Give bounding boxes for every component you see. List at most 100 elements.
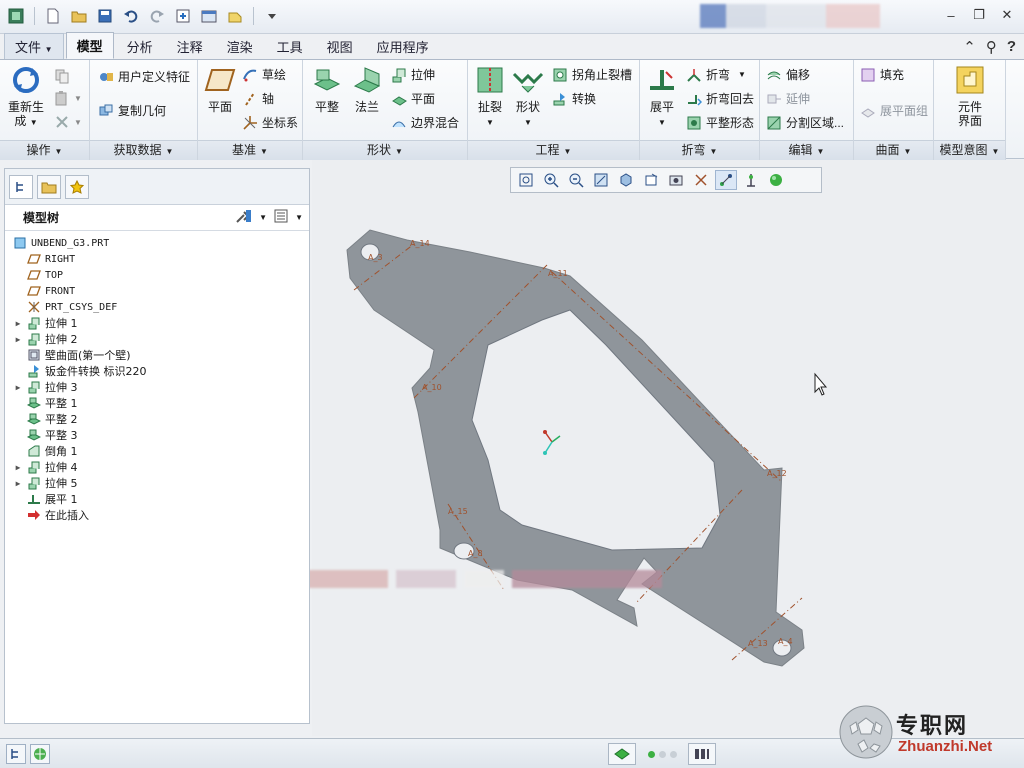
save-icon[interactable] xyxy=(95,6,115,26)
customize-icon[interactable] xyxy=(262,6,282,26)
planar-button[interactable]: 平整 xyxy=(309,64,345,114)
tree-item[interactable]: 平整 3 xyxy=(5,427,309,443)
tab-applications[interactable]: 应用程序 xyxy=(366,33,440,59)
group-editing-label[interactable]: 编辑 ▼ xyxy=(760,140,853,160)
tree-settings-icon[interactable] xyxy=(235,208,253,227)
bend-back-button[interactable]: 折弯回去 xyxy=(686,90,754,107)
browser-toggle-icon[interactable] xyxy=(30,744,50,764)
close-window-icon[interactable] xyxy=(225,6,245,26)
rip-button[interactable]: 扯裂 ▼ xyxy=(472,64,508,130)
flat-pattern-view[interactable]: A_14 A_3 A_11 A_10 A_12 A_15 A_8 A_13 A_… xyxy=(312,160,1024,736)
paste-icon-button[interactable]: ▼ xyxy=(54,90,82,106)
tree-item[interactable]: UNBEND_G3.PRT xyxy=(5,235,309,251)
tree-item[interactable]: TOP xyxy=(5,267,309,283)
expand-arrow-icon[interactable]: ▶ xyxy=(13,479,23,488)
datum-display-icon[interactable] xyxy=(690,170,712,190)
delete-icon-button[interactable]: ▼ xyxy=(54,114,82,130)
expand-arrow-icon[interactable]: ▶ xyxy=(13,335,23,344)
copy-icon-button[interactable] xyxy=(54,68,70,84)
fill-button[interactable]: 填充 xyxy=(860,66,904,83)
extend-button[interactable]: 延伸 xyxy=(766,90,810,107)
tree-item[interactable]: ▶ 拉伸 3 xyxy=(5,379,309,395)
tab-view[interactable]: 视图 xyxy=(316,33,364,59)
datum-plane-button[interactable]: 平面 xyxy=(202,64,238,114)
convert-button[interactable]: 转换 xyxy=(552,90,596,107)
tab-tools[interactable]: 工具 xyxy=(266,33,314,59)
tab-file[interactable]: 文件 ▼ xyxy=(4,33,64,59)
tree-item[interactable]: 钣金件转换 标识220 xyxy=(5,363,309,379)
tree-item[interactable]: 平整 1 xyxy=(5,395,309,411)
search-icon[interactable]: ⚲ xyxy=(986,38,997,56)
redo-icon[interactable] xyxy=(147,6,167,26)
minimize-icon[interactable]: – xyxy=(942,6,960,24)
csys-button[interactable]: 坐标系 xyxy=(242,114,298,131)
graphics-window[interactable]: A_14 A_3 A_11 A_10 A_12 A_15 A_8 A_13 A_… xyxy=(296,160,1024,736)
collapse-ribbon-icon[interactable]: ⌃ xyxy=(963,38,976,56)
undo-icon[interactable] xyxy=(121,6,141,26)
tree-item[interactable]: ▶ 拉伸 4 xyxy=(5,459,309,475)
tree-item[interactable]: PRT_CSYS_DEF xyxy=(5,299,309,315)
group-datum-label[interactable]: 基准 ▼ xyxy=(198,140,302,160)
sketch-button[interactable]: 草绘 xyxy=(242,66,286,83)
group-model-intent-label[interactable]: 模型意图 ▼ xyxy=(934,140,1005,160)
tree-item[interactable]: 倒角 1 xyxy=(5,443,309,459)
tree-settings-dropdown-icon[interactable]: ▼ xyxy=(259,213,267,222)
group-engineering-label[interactable]: 工程 ▼ xyxy=(468,140,639,160)
spin-center-icon[interactable] xyxy=(715,170,737,190)
group-operations-label[interactable]: 操作 ▼ xyxy=(0,140,89,160)
help-icon[interactable]: ? xyxy=(1007,38,1016,56)
model-tree-tab-icon[interactable] xyxy=(9,174,33,199)
tree-item[interactable]: ▶ 拉伸 5 xyxy=(5,475,309,491)
appearance-icon[interactable] xyxy=(765,170,787,190)
favorites-tab-icon[interactable] xyxy=(65,174,89,199)
group-bends-label[interactable]: 折弯 ▼ xyxy=(640,140,759,160)
corner-relief-button[interactable]: 拐角止裂槽 xyxy=(552,66,632,83)
tree-item[interactable]: FRONT xyxy=(5,283,309,299)
flat-button[interactable]: 平面 xyxy=(391,90,435,107)
expand-arrow-icon[interactable]: ▶ xyxy=(13,319,23,328)
zoom-in-icon[interactable] xyxy=(540,170,562,190)
offset-button[interactable]: 偏移 xyxy=(766,66,810,83)
copy-geometry-button[interactable]: 复制几何 xyxy=(98,102,166,119)
flat-quilt-button[interactable]: 展平面组 xyxy=(860,102,928,119)
form-button[interactable]: 形状 ▼ xyxy=(510,64,546,130)
udf-button[interactable]: 用户定义特征 xyxy=(98,68,190,85)
tree-columns-icon[interactable] xyxy=(273,208,289,227)
split-area-button[interactable]: 分割区域... xyxy=(766,114,844,131)
display-style-icon[interactable] xyxy=(615,170,637,190)
flatten-form-button[interactable]: 平整形态 xyxy=(686,114,754,131)
tree-item[interactable]: 壁曲面(第一个壁) xyxy=(5,347,309,363)
component-interface-button[interactable]: 元件 界面 xyxy=(950,64,990,128)
close-icon[interactable]: ✕ xyxy=(998,6,1016,24)
tab-model[interactable]: 模型 xyxy=(65,32,114,59)
extrude-button[interactable]: 拉伸 xyxy=(391,66,435,83)
tree-columns-dropdown-icon[interactable]: ▼ xyxy=(295,213,303,222)
tree-item[interactable]: RIGHT xyxy=(5,251,309,267)
zoom-out-icon[interactable] xyxy=(565,170,587,190)
group-surfaces-label[interactable]: 曲面 ▼ xyxy=(854,140,933,160)
restore-icon[interactable]: ❐ xyxy=(970,6,988,24)
boundary-blend-button[interactable]: 边界混合 xyxy=(391,114,459,131)
navigator-toggle-icon[interactable] xyxy=(6,744,26,764)
annotation-display-icon[interactable] xyxy=(740,170,762,190)
group-shapes-label[interactable]: 形状 ▼ xyxy=(303,140,467,160)
tab-analysis[interactable]: 分析 xyxy=(116,33,164,59)
tab-annotate[interactable]: 注释 xyxy=(166,33,214,59)
tree-item[interactable]: ▶ 拉伸 2 xyxy=(5,331,309,347)
expand-arrow-icon[interactable]: ▶ xyxy=(13,463,23,472)
refit-icon[interactable] xyxy=(515,170,537,190)
tab-render[interactable]: 渲染 xyxy=(216,33,264,59)
flange-button[interactable]: 法兰 xyxy=(349,64,385,114)
tree-item[interactable]: 在此插入 xyxy=(5,507,309,523)
smart-filter-icon[interactable] xyxy=(608,743,636,765)
tree-item[interactable]: 平整 2 xyxy=(5,411,309,427)
app-icon[interactable] xyxy=(6,6,26,26)
bend-button[interactable]: 折弯 ▼ xyxy=(686,66,746,83)
tree-item[interactable]: ▶ 拉伸 1 xyxy=(5,315,309,331)
expand-arrow-icon[interactable]: ▶ xyxy=(13,383,23,392)
selection-filter-icon[interactable] xyxy=(688,743,716,765)
new-icon[interactable] xyxy=(43,6,63,26)
regenerate-button[interactable]: 重新生 成 ▼ xyxy=(6,64,46,130)
open-icon[interactable] xyxy=(69,6,89,26)
tree-item[interactable]: 展平 1 xyxy=(5,491,309,507)
